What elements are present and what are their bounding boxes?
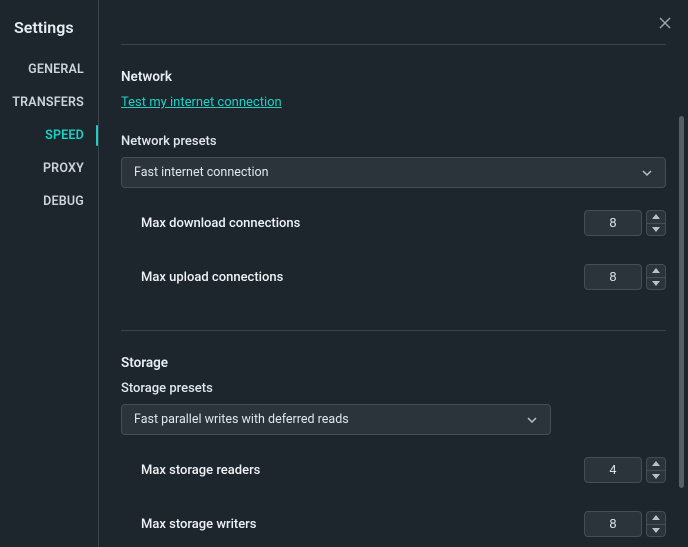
max-readers-stepper-buttons	[646, 457, 666, 483]
network-presets-value: Fast internet connection	[134, 165, 269, 180]
max-readers-decrement[interactable]	[647, 470, 665, 483]
sidebar-item-debug[interactable]: DEBUG	[0, 185, 98, 218]
max-download-row: Max download connections	[121, 204, 666, 242]
storage-presets-select[interactable]: Fast parallel writes with deferred reads	[121, 404, 551, 435]
max-upload-stepper	[584, 264, 666, 290]
max-upload-label: Max upload connections	[141, 270, 283, 285]
network-presets-label: Network presets	[121, 134, 666, 149]
max-writers-row: Max storage writers	[121, 505, 666, 543]
max-readers-input[interactable]	[584, 457, 642, 483]
max-writers-stepper-buttons	[646, 511, 666, 537]
sidebar: Settings GENERAL TRANSFERS SPEED PROXY D…	[0, 0, 98, 547]
max-upload-increment[interactable]	[647, 265, 665, 277]
max-writers-stepper	[584, 511, 666, 537]
chevron-up-icon	[652, 461, 660, 466]
top-divider	[121, 44, 666, 45]
max-readers-row: Max storage readers	[121, 451, 666, 489]
section-divider	[121, 330, 666, 331]
chevron-down-icon	[652, 528, 660, 533]
page-title: Settings	[0, 18, 98, 37]
max-writers-label: Max storage writers	[141, 517, 256, 532]
max-readers-label: Max storage readers	[141, 463, 260, 478]
chevron-up-icon	[652, 515, 660, 520]
max-readers-stepper	[584, 457, 666, 483]
chevron-up-icon	[652, 214, 660, 219]
chevron-down-icon	[526, 414, 538, 426]
network-presets-select[interactable]: Fast internet connection	[121, 157, 666, 188]
chevron-down-icon	[652, 227, 660, 232]
sidebar-nav: GENERAL TRANSFERS SPEED PROXY DEBUG	[0, 53, 98, 218]
sidebar-item-transfers[interactable]: TRANSFERS	[0, 86, 98, 119]
test-connection-link[interactable]: Test my internet connection	[121, 95, 282, 110]
storage-presets-value: Fast parallel writes with deferred reads	[134, 412, 349, 427]
sidebar-item-speed[interactable]: SPEED	[0, 119, 98, 152]
max-writers-increment[interactable]	[647, 512, 665, 524]
max-upload-row: Max upload connections	[121, 258, 666, 296]
chevron-up-icon	[652, 268, 660, 273]
max-download-decrement[interactable]	[647, 223, 665, 236]
storage-heading: Storage	[121, 355, 666, 371]
max-download-input[interactable]	[584, 210, 642, 236]
network-heading: Network	[121, 69, 666, 85]
content-pane: Network Test my internet connection Netw…	[99, 0, 688, 547]
max-download-stepper	[584, 210, 666, 236]
scrollbar-thumb[interactable]	[679, 116, 684, 488]
network-section: Network Test my internet connection Netw…	[121, 69, 666, 296]
max-upload-decrement[interactable]	[647, 277, 665, 290]
max-upload-input[interactable]	[584, 264, 642, 290]
storage-presets-label: Storage presets	[121, 381, 666, 396]
chevron-down-icon	[652, 281, 660, 286]
max-download-label: Max download connections	[141, 216, 300, 231]
max-upload-stepper-buttons	[646, 264, 666, 290]
sidebar-item-general[interactable]: GENERAL	[0, 53, 98, 86]
max-writers-input[interactable]	[584, 511, 642, 537]
max-readers-increment[interactable]	[647, 458, 665, 470]
max-download-stepper-buttons	[646, 210, 666, 236]
sidebar-item-proxy[interactable]: PROXY	[0, 152, 98, 185]
max-download-increment[interactable]	[647, 211, 665, 223]
max-writers-decrement[interactable]	[647, 524, 665, 537]
storage-section: Storage Storage presets Fast parallel wr…	[121, 355, 666, 547]
chevron-down-icon	[641, 167, 653, 179]
chevron-down-icon	[652, 474, 660, 479]
settings-window: Settings GENERAL TRANSFERS SPEED PROXY D…	[0, 0, 688, 547]
